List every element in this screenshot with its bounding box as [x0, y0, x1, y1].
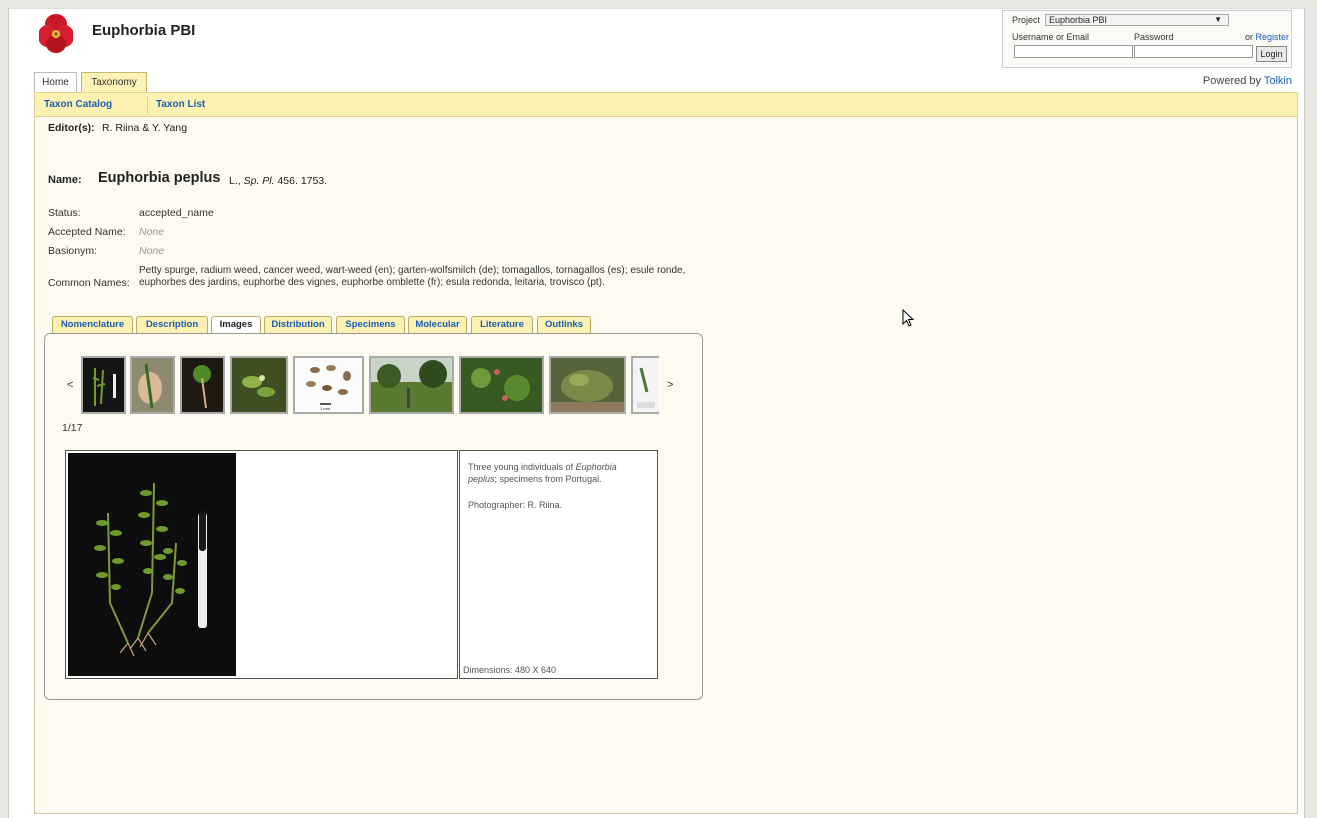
thumbnail-1[interactable]: [81, 356, 126, 414]
status-label: Status:: [48, 207, 81, 219]
editors-label: Editor(s):: [48, 122, 95, 134]
tab-outlinks[interactable]: Outlinks: [537, 316, 591, 333]
thumbnail-5[interactable]: 1 mm: [293, 356, 364, 414]
sub-navigation: Taxon Catalog Taxon List: [34, 92, 1298, 117]
project-label: Project: [1012, 15, 1041, 25]
username-label: Username or Email: [1012, 32, 1090, 42]
herbarium-sheet-thumbnail-icon: [633, 358, 659, 412]
subnav-taxon-list[interactable]: Taxon List: [156, 99, 205, 110]
tab-distribution[interactable]: Distribution: [264, 316, 332, 333]
basionym-label: Basionym:: [48, 245, 98, 257]
or-text: or: [1245, 32, 1254, 42]
taxon-citation: L., Sp. Pl. 456. 1753.: [229, 175, 327, 187]
accepted-name-value: None: [139, 226, 165, 238]
tab-literature[interactable]: Literature: [471, 316, 533, 333]
dropdown-arrow-icon: ▼: [1214, 15, 1222, 24]
subnav-taxon-catalog[interactable]: Taxon Catalog: [44, 99, 112, 110]
plant-thumbnail-icon: [92, 368, 116, 406]
thumbnail-3[interactable]: [180, 356, 225, 414]
caption-text: Three young individuals of: [468, 462, 574, 472]
author-prefix: L.,: [229, 175, 241, 187]
common-names-value: Petty spurge, radium weed, cancer weed, …: [139, 265, 686, 288]
thumbnail-2[interactable]: [130, 356, 175, 414]
project-select-value: Euphorbia PBI: [1049, 15, 1108, 25]
status-value: accepted_name: [139, 207, 214, 219]
tolkin-link[interactable]: Tolkin: [1264, 75, 1292, 87]
image-caption-panel: Three young individuals of Euphorbia pep…: [459, 450, 658, 679]
seeds-thumbnail-icon: 1 mm: [295, 358, 362, 412]
specimen-photo: [68, 453, 236, 676]
register-link[interactable]: Register: [1256, 32, 1290, 42]
login-button[interactable]: Login: [1256, 46, 1287, 62]
euphorbia-flower-logo[interactable]: [39, 12, 73, 54]
gallery-prev-button[interactable]: <: [67, 379, 73, 391]
thumbnail-6[interactable]: [369, 356, 454, 414]
tab-nomenclature[interactable]: Nomenclature: [52, 316, 133, 333]
tab-home[interactable]: Home: [34, 72, 77, 92]
plant-thumbnail-icon: [193, 365, 211, 409]
accepted-name-label: Accepted Name:: [48, 226, 126, 238]
taxon-name: Euphorbia peplus: [98, 170, 221, 186]
thumbnail-7[interactable]: [459, 356, 544, 414]
main-specimen-image[interactable]: [68, 453, 236, 676]
password-label: Password: [1134, 32, 1174, 42]
foliage-thumbnail-icon: [461, 358, 542, 412]
taxon-content: Editor(s): R. Riina & Y. Yang Name: Euph…: [34, 117, 1298, 814]
foliage-thumbnail-icon: [551, 358, 624, 412]
tab-description[interactable]: Description: [136, 316, 208, 333]
top-border: [9, 8, 1304, 9]
name-label: Name:: [48, 174, 82, 186]
register-text: or Register: [1245, 32, 1289, 42]
image-caption: Three young individuals of Euphorbia pep…: [468, 461, 648, 485]
password-field[interactable]: [1134, 45, 1253, 58]
images-panel: < 1 mm > 1/17 Three young individuals of…: [44, 333, 703, 700]
thumbnail-4[interactable]: [230, 356, 288, 414]
common-names-label: Common Names:: [48, 277, 130, 289]
caption-text-end: ; specimens from Portugal.: [494, 474, 602, 484]
image-dimensions: Dimensions: 480 X 640: [463, 665, 557, 675]
thumbnail-9[interactable]: [631, 356, 659, 414]
hand-thumbnail-icon: [132, 358, 173, 412]
tab-molecular[interactable]: Molecular: [408, 316, 467, 333]
tab-specimens[interactable]: Specimens: [336, 316, 405, 333]
scale-label: 1 mm: [320, 406, 331, 411]
citation-page: 456. 1753.: [277, 175, 328, 187]
photographer-credit: Photographer: R. Riina.: [468, 500, 563, 510]
project-select[interactable]: Euphorbia PBI ▼: [1045, 14, 1229, 26]
image-viewer: [65, 450, 458, 679]
powered-by-text: Powered by: [1202, 75, 1262, 87]
publication-title: Sp. Pl.: [243, 175, 275, 187]
foliage-thumbnail-icon: [232, 358, 286, 412]
thumbnail-8[interactable]: [549, 356, 626, 414]
landscape-thumbnail-icon: [371, 358, 452, 412]
image-counter: 1/17: [62, 422, 83, 434]
mouse-cursor-icon: [902, 309, 915, 327]
tab-images[interactable]: Images: [211, 316, 261, 334]
subnav-divider: [147, 97, 148, 114]
username-field[interactable]: [1014, 45, 1133, 58]
login-panel: Project Euphorbia PBI ▼ Username or Emai…: [1002, 10, 1292, 68]
basionym-value: None: [139, 245, 165, 257]
site-title[interactable]: Euphorbia PBI: [92, 22, 195, 39]
editors-value: R. Riina & Y. Yang: [102, 122, 188, 134]
tab-taxonomy[interactable]: Taxonomy: [81, 72, 147, 92]
page: Euphorbia PBI Project Euphorbia PBI ▼ Us…: [8, 8, 1305, 818]
gallery-next-button[interactable]: >: [667, 379, 673, 391]
powered-by: Powered by Tolkin: [1203, 75, 1292, 87]
